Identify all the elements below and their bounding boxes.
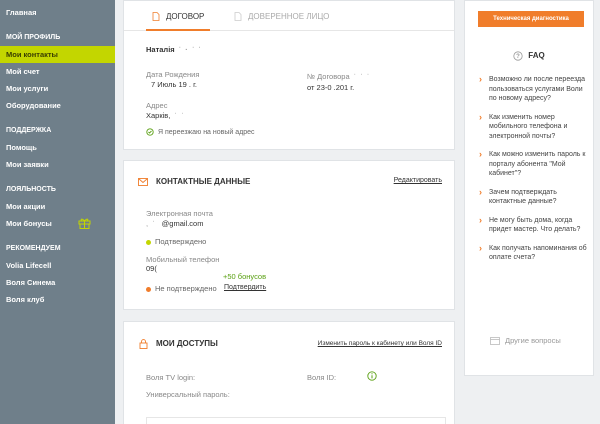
faq-item[interactable]: Не могу быть дома, когда придет мастер. …: [479, 216, 587, 235]
sidebar-item-promos[interactable]: Мои акции: [0, 198, 115, 215]
sidebar-item-home[interactable]: Главная: [0, 4, 115, 21]
main-content: Договор Доверенное лицо Наталія ˈ · ˈ ˈ Д…: [115, 0, 600, 424]
faq-item[interactable]: Возможно ли после переезда пользоваться …: [479, 75, 587, 104]
phone-value: 09(: [146, 264, 157, 273]
tab-proxy-label: Доверенное лицо: [248, 12, 330, 21]
faq-item[interactable]: Как изменить номер мобильного телефона и…: [479, 113, 587, 142]
phone-label: Мобильный телефон: [146, 255, 220, 264]
sidebar-item-services[interactable]: Мои услуги: [0, 80, 115, 97]
access-card: Мои доступы Изменить пароль к кабинету и…: [123, 321, 455, 424]
profile-card: Договор Доверенное лицо Наталія ˈ · ˈ ˈ Д…: [123, 0, 455, 150]
lock-icon: [139, 339, 148, 349]
edit-contacts-link[interactable]: Редактировать: [394, 177, 442, 184]
tv-login-label: Воля TV login:: [146, 373, 196, 382]
faq-item[interactable]: Как можно изменить пароль к порталу абон…: [479, 150, 587, 179]
sidebar-item-account[interactable]: Мой счет: [0, 63, 115, 80]
email-status-text: Подтверждено: [155, 237, 207, 246]
email-label: Электронная почта: [146, 209, 213, 218]
sidebar-item-bonuses-label: Мои бонусы: [6, 219, 52, 228]
access-title: Мои доступы: [156, 339, 218, 348]
sidebar: Главная Мой профиль Мои контакты Мой сче…: [0, 0, 115, 424]
contacts-title: Контактные данные: [156, 177, 251, 186]
sidebar-item-club[interactable]: Воля клуб: [0, 291, 115, 308]
birth-value: 7 Июль 19 . г.: [151, 80, 197, 89]
email-status: Подтверждено: [146, 237, 206, 246]
faq-item[interactable]: Как получать напоминания об оплате счета…: [479, 244, 587, 263]
universal-password-label: Универсальный пароль:: [146, 390, 230, 399]
moving-link-text: Я переезжаю на новый адрес: [158, 128, 255, 136]
masked-value: , ˈ: [146, 219, 156, 228]
address-value-text: Харків,: [146, 111, 171, 120]
plus-circle-icon: [146, 128, 154, 136]
info-icon[interactable]: [367, 371, 377, 381]
birth-label: Дата Рождения: [146, 70, 200, 79]
masked-value: ˈ · ˈ ˈ: [178, 45, 202, 54]
envelope-icon: [138, 178, 148, 186]
other-questions-link[interactable]: Другие вопросы: [490, 336, 561, 345]
sidebar-header-support: Поддержка: [6, 127, 52, 134]
faq-title: ? FAQ: [465, 51, 593, 61]
tab-contract-label: Договор: [166, 12, 205, 21]
customer-name-text: Наталія: [146, 45, 175, 54]
faq-item[interactable]: Зачем подтверждать контактные данные?: [479, 188, 587, 207]
sidebar-item-help[interactable]: Помощь: [0, 139, 115, 156]
other-questions-text: Другие вопросы: [505, 336, 561, 345]
contract-label: № Договора ˈ ˈ ˈ: [307, 72, 370, 81]
contract-label-text: № Договора: [307, 72, 350, 81]
access-inner-box: [146, 417, 446, 424]
change-password-link[interactable]: Изменить пароль к кабинету или Воля ID: [318, 340, 442, 347]
status-dot: [146, 286, 151, 292]
masked-value: ˈ ˈ ˈ: [353, 72, 371, 81]
faq-panel: Техническая диагностика ? FAQ Возможно ли…: [464, 0, 594, 376]
sidebar-header-loyalty: Лояльность: [6, 186, 56, 193]
svg-text:?: ?: [516, 54, 520, 60]
faq-title-text: FAQ: [528, 51, 545, 61]
sidebar-item-bonuses[interactable]: Мои бонусы: [0, 215, 115, 232]
sidebar-item-equipment[interactable]: Оборудование: [0, 97, 115, 114]
sidebar-item-requests[interactable]: Мои заявки: [0, 156, 115, 173]
faq-list: Возможно ли после переезда пользоваться …: [479, 75, 587, 272]
bonus-badge: +50 бонусов: [223, 272, 267, 281]
confirm-phone-link[interactable]: Подтвердить: [224, 284, 266, 291]
masked-value: ˈ ˈ: [174, 111, 185, 120]
phone-status-text: Не подтверждено: [155, 284, 217, 293]
customer-name: Наталія ˈ · ˈ ˈ: [146, 45, 202, 54]
phone-status: Не подтверждено: [146, 284, 217, 293]
sidebar-item-contacts[interactable]: Мои контакты: [0, 46, 115, 63]
sidebar-header-recommend: Рекомендуем: [6, 245, 61, 252]
address-value: Харків, ˈ ˈ: [146, 111, 184, 120]
document-icon: [234, 12, 242, 22]
moving-link[interactable]: Я переезжаю на новый адрес: [146, 128, 255, 136]
gift-icon: [78, 218, 91, 229]
contacts-card: Контактные данные Редактировать Электрон…: [123, 160, 455, 310]
profile-tabs: Договор Доверенное лицо: [124, 1, 454, 31]
chat-icon: [490, 337, 500, 345]
contract-value: от 23-0 .201 г.: [307, 83, 355, 92]
tab-contract[interactable]: Договор: [146, 1, 211, 31]
address-label: Адрес: [146, 101, 168, 110]
tab-proxy[interactable]: Доверенное лицо: [234, 1, 329, 31]
status-dot: [146, 239, 151, 245]
sidebar-item-lifecell[interactable]: Volia Lifecell: [0, 257, 115, 274]
sidebar-header-profile: Мой профиль: [6, 34, 61, 41]
document-icon: [152, 12, 160, 22]
diagnostics-button[interactable]: Техническая диагностика: [478, 11, 584, 27]
volia-id-label: Воля ID:: [307, 373, 337, 382]
sidebar-item-cinema[interactable]: Воля Синема: [0, 274, 115, 291]
email-value: , ˈ @gmail.com: [146, 219, 203, 228]
question-icon: ?: [513, 51, 523, 61]
email-value-text: @gmail.com: [161, 219, 204, 228]
